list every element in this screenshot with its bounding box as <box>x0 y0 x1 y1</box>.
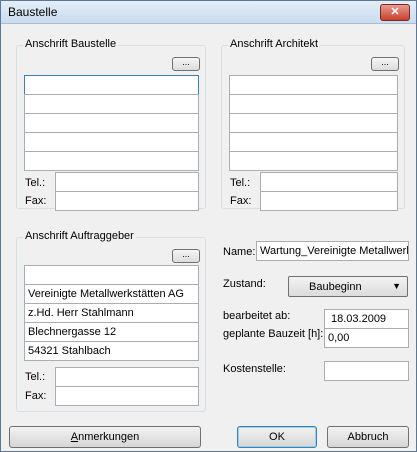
anmerkungen-mnemonic: A <box>70 431 79 443</box>
architekt-fax-field[interactable] <box>260 191 398 211</box>
close-button[interactable]: ✕ <box>380 4 410 21</box>
bauzeit-field[interactable]: 0,00 <box>324 328 409 348</box>
architekt-line-4[interactable] <box>229 132 398 152</box>
baustelle-browse-button[interactable]: ... <box>172 57 200 71</box>
auftraggeber-group-title: Anschrift Auftraggeber <box>23 230 136 242</box>
baustelle-line-5[interactable] <box>24 151 199 171</box>
bauzeit-label: geplante Bauzeit [h]: <box>223 328 324 340</box>
bearbeitet-label: bearbeitet ab: <box>223 310 291 322</box>
zustand-value: Baubeginn <box>309 281 362 293</box>
auftraggeber-tel-field[interactable] <box>55 367 199 387</box>
architekt-group: Anschrift Architekt ... Tel.: Fax: <box>221 38 405 211</box>
chevron-down-icon: ▼ <box>392 281 401 291</box>
baustelle-line-1[interactable] <box>24 75 199 95</box>
architekt-group-title: Anschrift Architekt <box>228 38 321 50</box>
architekt-line-5[interactable] <box>229 151 398 171</box>
architekt-line-1[interactable] <box>229 75 398 95</box>
title-bar: Baustelle ✕ <box>1 1 416 24</box>
auftraggeber-line-3[interactable]: z.Hd. Herr Stahlmann <box>24 303 199 323</box>
baustelle-line-4[interactable] <box>24 132 199 152</box>
ok-button[interactable]: OK <box>237 426 317 448</box>
architekt-fax-label: Fax: <box>230 195 252 207</box>
architekt-tel-label: Tel.: <box>230 177 251 189</box>
auftraggeber-group: Anschrift Auftraggeber ... Vereinigte Me… <box>16 230 206 412</box>
auftraggeber-fax-field[interactable] <box>55 386 199 406</box>
baustelle-group-title: Anschrift Baustelle <box>23 38 119 50</box>
baustelle-tel-field[interactable] <box>55 172 199 192</box>
zustand-label: Zustand: <box>223 278 266 290</box>
dialog-window: Baustelle ✕ Anschrift Baustelle ... Tel.… <box>0 0 417 452</box>
architekt-browse-button[interactable]: ... <box>371 57 399 71</box>
baustelle-line-3[interactable] <box>24 113 199 133</box>
auftraggeber-fax-label: Fax: <box>25 390 47 402</box>
auftraggeber-line-1[interactable] <box>24 265 199 285</box>
architekt-tel-field[interactable] <box>260 172 398 192</box>
name-label: Name: <box>223 246 256 258</box>
zustand-select[interactable]: Baubeginn ▼ <box>288 276 408 297</box>
architekt-line-2[interactable] <box>229 94 398 114</box>
baustelle-line-2[interactable] <box>24 94 199 114</box>
auftraggeber-line-5[interactable]: 54321 Stahlbach <box>24 341 199 361</box>
baustelle-fax-field[interactable] <box>55 191 199 211</box>
abbruch-button[interactable]: Abbruch <box>327 426 409 448</box>
auftraggeber-tel-label: Tel.: <box>25 371 46 383</box>
auftraggeber-line-2[interactable]: Vereinigte Metallwerkstätten AG <box>24 284 199 304</box>
bearbeitet-field[interactable]: 18.03.2009 <box>324 309 409 329</box>
architekt-line-3[interactable] <box>229 113 398 133</box>
auftraggeber-browse-button[interactable]: ... <box>172 249 200 263</box>
kostenstelle-label: Kostenstelle: <box>223 363 286 375</box>
auftraggeber-line-4[interactable]: Blechnergasse 12 <box>24 322 199 342</box>
name-field[interactable]: Wartung_Vereinigte Metallwerl <box>256 241 409 261</box>
baustelle-fax-label: Fax: <box>25 195 47 207</box>
baustelle-tel-label: Tel.: <box>25 177 46 189</box>
window-title: Baustelle <box>8 5 58 19</box>
anmerkungen-button[interactable]: Anmerkungen <box>9 426 201 448</box>
anmerkungen-label: nmerkungen <box>78 431 140 443</box>
kostenstelle-field[interactable] <box>324 361 409 381</box>
baustelle-group: Anschrift Baustelle ... Tel.: Fax: <box>16 38 206 211</box>
close-icon: ✕ <box>390 6 400 18</box>
